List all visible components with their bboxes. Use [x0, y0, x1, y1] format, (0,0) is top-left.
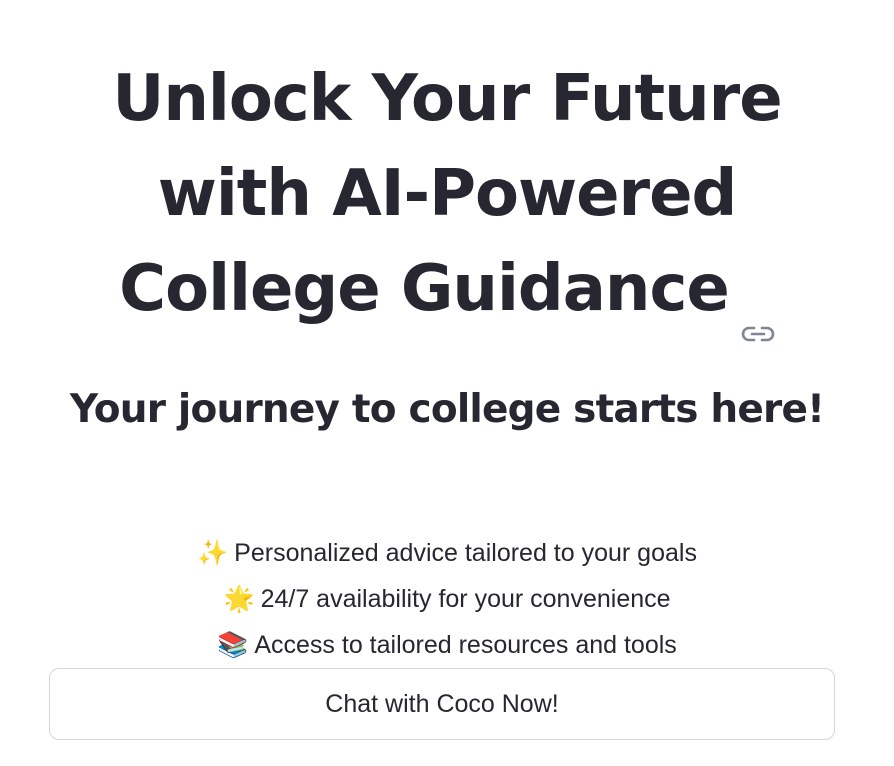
hero-title-line-1: Unlock Your Future: [112, 62, 782, 136]
feature-text: 24/7 availability for your convenience: [260, 585, 671, 613]
link-icon[interactable]: [741, 276, 775, 342]
subtitle: Your journey to college starts here!: [69, 387, 825, 432]
hero-title-line-3-text: College Guidance: [119, 252, 730, 326]
books-icon: 📚: [217, 631, 249, 659]
glowing-star-icon: 🌟: [223, 585, 255, 613]
sparkles-icon: ✨: [197, 539, 229, 567]
link-icon-svg: [741, 327, 775, 342]
feature-item-resources: 📚 Access to tailored resources and tools: [0, 622, 894, 668]
hero-title-line-3: College Guidance: [0, 242, 894, 342]
hero-title-line-2: with AI-Powered: [157, 157, 738, 231]
feature-item-availability: 🌟 24/7 availability for your convenience: [0, 576, 894, 622]
feature-item-personalized-advice: ✨ Personalized advice tailored to your go…: [0, 530, 894, 576]
feature-text: Personalized advice tailored to your goa…: [234, 539, 697, 567]
feature-list: ✨ Personalized advice tailored to your go…: [0, 530, 894, 668]
chat-with-coco-button[interactable]: Chat with Coco Now!: [49, 668, 835, 740]
hero-title: Unlock Your Future with AI-Powered Colle…: [0, 52, 894, 342]
feature-text: Access to tailored resources and tools: [254, 631, 677, 659]
